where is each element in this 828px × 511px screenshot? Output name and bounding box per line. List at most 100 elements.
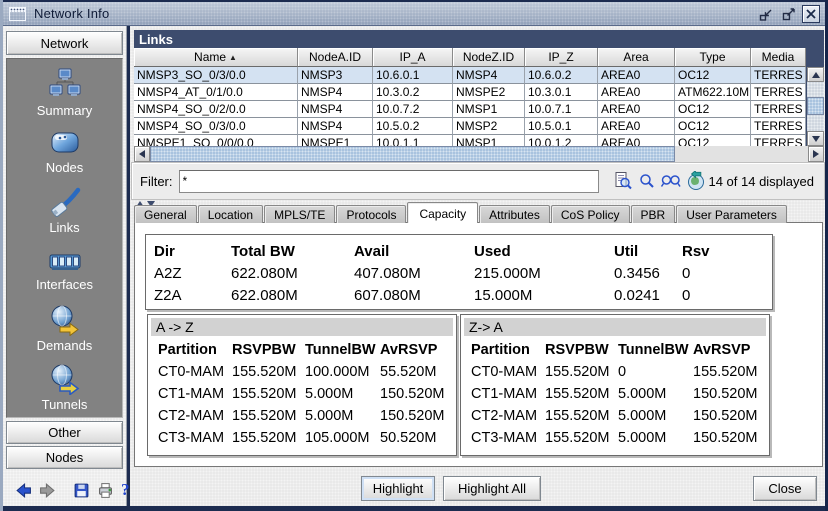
summary-row: A2Z 622.080M 407.080M 215.000M 0.3456 0	[154, 262, 772, 284]
table-cell: NMSPE1	[298, 135, 373, 146]
globe-demand-icon	[48, 304, 82, 336]
filter-details-icon[interactable]	[611, 170, 635, 192]
table-cell: TERRES	[751, 118, 806, 135]
highlight-all-button[interactable]: Highlight All	[443, 476, 541, 501]
z2a-col-header: TunnelBW	[618, 342, 693, 358]
z2a-cell: 5.000M	[618, 386, 693, 402]
sidebar-item-nodes[interactable]: Nodes	[7, 122, 122, 181]
table-cell: NMSP3	[298, 67, 373, 84]
tab-general[interactable]: General	[134, 205, 197, 223]
table-row[interactable]: NMSP4_SO_0/3/0.0 NMSP4 10.5.0.2 NMSP2 10…	[134, 118, 806, 135]
table-cell: NMSP1	[453, 135, 525, 146]
tab-capacity[interactable]: Capacity	[407, 202, 478, 223]
sidebar-button-network[interactable]: Network	[6, 31, 123, 55]
filter-status: 14 of 14 displayed	[708, 174, 814, 189]
column-header-media[interactable]: Media	[751, 48, 806, 67]
title-bar[interactable]: Network Info	[3, 2, 825, 26]
table-row[interactable]: NMSP3_SO_0/3/0.0 NMSP3 10.6.0.1 NMSP4 10…	[134, 67, 806, 84]
summary-cell: 622.080M	[231, 265, 354, 282]
maximize-icon[interactable]	[779, 5, 797, 23]
filter-input[interactable]	[179, 170, 599, 193]
summary-cell: 607.080M	[354, 287, 474, 304]
table-cell: AREA0	[598, 118, 675, 135]
table-cell: NMSPE1_SO_0/0/0.0	[134, 135, 298, 146]
scroll-down-button[interactable]	[807, 131, 824, 146]
highlight-button[interactable]: Highlight	[361, 476, 435, 501]
print-icon[interactable]	[97, 481, 114, 499]
tab-cos-policy[interactable]: CoS Policy	[551, 205, 630, 223]
sidebar: Network Summary	[3, 26, 127, 506]
close-button[interactable]: Close	[753, 476, 817, 501]
sidebar-item-label: Summary	[37, 103, 93, 118]
tab-attributes[interactable]: Attributes	[479, 205, 550, 223]
scroll-left-button[interactable]	[134, 146, 150, 162]
sidebar-item-summary[interactable]: Summary	[7, 63, 122, 122]
column-header-nodea[interactable]: NodeA.ID	[298, 48, 373, 67]
sidebar-item-demands[interactable]: Demands	[7, 299, 122, 358]
save-icon[interactable]	[73, 481, 90, 499]
horizontal-scroll-thumb[interactable]	[150, 146, 675, 162]
sidebar-toolbar: ?	[3, 474, 127, 506]
table-row[interactable]: NMSP4_AT_0/1/0.0 NMSP4 10.3.0.2 NMSPE2 1…	[134, 84, 806, 101]
main-area: Links Name▲ NodeA.ID IP_A NodeZ.ID IP_Z …	[130, 26, 828, 506]
z2a-cell: 155.520M	[545, 430, 618, 446]
tab-mplste[interactable]: MPLS/TE	[264, 205, 335, 223]
table-cell: TERRES	[751, 67, 806, 84]
sidebar-item-interfaces[interactable]: Interfaces	[7, 240, 122, 299]
summary-cell: 0	[682, 265, 772, 282]
sidebar-item-links[interactable]: Links	[7, 181, 122, 240]
world-icon[interactable]	[683, 170, 707, 192]
a2z-cell: 5.000M	[305, 386, 380, 402]
sidebar-button-other[interactable]: Other	[6, 421, 123, 444]
summary-col-header: Used	[474, 243, 614, 260]
sort-ascending-icon: ▲	[229, 53, 237, 62]
links-table-header: Name▲ NodeA.ID IP_A NodeZ.ID IP_Z Area T…	[134, 48, 806, 67]
z2a-cell: 150.520M	[693, 386, 766, 402]
filter-bar: Filter: 14 of 14 displayed	[131, 162, 825, 200]
column-header-nodez[interactable]: NodeZ.ID	[453, 48, 525, 67]
column-header-ipa[interactable]: IP_A	[373, 48, 453, 67]
search-all-icon[interactable]	[659, 170, 683, 192]
vertical-scroll-thumb[interactable]	[807, 97, 824, 115]
column-header-area[interactable]: Area	[598, 48, 675, 67]
sidebar-item-label: Nodes	[46, 160, 84, 175]
z2a-row: CT0-MAM 155.520M 0 155.520M	[464, 361, 766, 383]
a2z-cell: 55.520M	[380, 364, 453, 380]
a2z-cell: 150.520M	[380, 408, 453, 424]
restore-icon[interactable]	[756, 5, 774, 23]
tab-user-parameters[interactable]: User Parameters	[676, 205, 787, 223]
tab-protocols[interactable]: Protocols	[336, 205, 406, 223]
z2a-cell: 155.520M	[545, 408, 618, 424]
tab-pbr[interactable]: PBR	[631, 205, 676, 223]
table-cell: 10.6.0.2	[525, 67, 598, 84]
table-cell: TERRES	[751, 101, 806, 118]
table-row[interactable]: NMSP4_SO_0/2/0.0 NMSP4 10.0.7.2 NMSP1 10…	[134, 101, 806, 118]
summary-cell: 0.0241	[614, 287, 682, 304]
a2z-cell: CT3-MAM	[158, 430, 232, 446]
sidebar-button-nodes[interactable]: Nodes	[6, 446, 123, 469]
forward-icon[interactable]	[39, 481, 56, 499]
search-icon[interactable]	[635, 170, 659, 192]
help-icon[interactable]: ?	[121, 481, 130, 499]
vertical-scrollbar[interactable]	[807, 67, 824, 146]
scroll-right-button[interactable]	[808, 146, 824, 162]
summary-cell: Z2A	[154, 287, 231, 304]
table-cell: NMSP4	[298, 101, 373, 118]
scroll-up-button[interactable]	[807, 67, 824, 82]
a2z-cell: 150.520M	[380, 386, 453, 402]
sidebar-item-tunnels[interactable]: Tunnels	[7, 358, 122, 417]
a2z-cell: CT2-MAM	[158, 408, 232, 424]
a2z-row: CT2-MAM 155.520M 5.000M 150.520M	[151, 405, 453, 427]
table-row[interactable]: NMSPE1_SO_0/0/0.0 NMSPE1 10.0.1.1 NMSP1 …	[134, 135, 806, 146]
column-header-name[interactable]: Name▲	[134, 48, 298, 67]
column-header-type[interactable]: Type	[675, 48, 751, 67]
horizontal-scrollbar[interactable]	[134, 146, 824, 162]
close-icon[interactable]	[802, 5, 820, 23]
back-icon[interactable]	[15, 481, 32, 499]
a2z-col-header: RSVPBW	[232, 342, 305, 358]
z2a-cell: 5.000M	[618, 430, 693, 446]
table-cell: 10.5.0.1	[525, 118, 598, 135]
table-cell: NMSP3_SO_0/3/0.0	[134, 67, 298, 84]
column-header-ipz[interactable]: IP_Z	[525, 48, 598, 67]
tab-location[interactable]: Location	[198, 205, 263, 223]
